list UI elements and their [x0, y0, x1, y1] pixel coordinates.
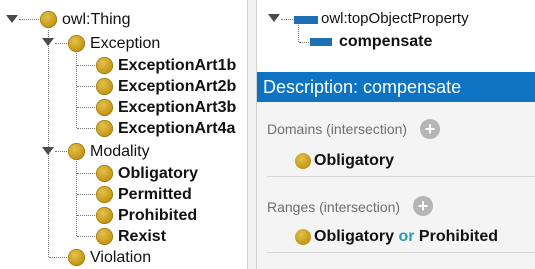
tree-connector	[77, 215, 95, 216]
property-node-top-object-property[interactable]: owl:topObjectProperty	[321, 10, 469, 27]
class-circle-icon	[96, 186, 113, 203]
object-property-icon	[294, 16, 318, 24]
tree-connector	[281, 19, 293, 20]
class-circle-icon	[96, 57, 113, 74]
object-property-icon	[310, 38, 332, 46]
class-node-exceptionart1b[interactable]: ExceptionArt1b	[118, 55, 236, 76]
property-node-compensate[interactable]: compensate	[339, 33, 432, 51]
property-description-panel: owl:topObjectProperty compensate Descrip…	[257, 0, 535, 269]
description-body: Domains (intersection) + Obligatory Rang…	[257, 102, 535, 269]
tree-connector	[77, 194, 95, 195]
expand-toggle-icon[interactable]	[6, 15, 18, 23]
tree-connector	[55, 43, 67, 44]
class-circle-icon	[96, 99, 113, 116]
class-node-exception[interactable]: Exception	[90, 33, 160, 54]
range-entry-prohibited: Prohibited	[418, 228, 499, 245]
expand-toggle-icon[interactable]	[268, 14, 280, 22]
range-entry-expression[interactable]: Obligatory or Prohibited	[314, 228, 498, 246]
pane-splitter[interactable]	[247, 0, 257, 269]
class-node-exceptionart2b[interactable]: ExceptionArt2b	[118, 76, 236, 97]
class-circle-icon	[68, 35, 85, 52]
class-node-owl-thing[interactable]: owl:Thing	[62, 9, 130, 30]
section-divider	[267, 176, 535, 177]
class-hierarchy-tree: owl:Thing Exception ExceptionArt1b Excep…	[0, 0, 247, 269]
class-node-obligatory[interactable]: Obligatory	[118, 163, 198, 184]
tree-connector	[55, 151, 67, 152]
class-node-rexist[interactable]: Rexist	[118, 226, 166, 247]
range-or-connector: or	[398, 228, 415, 245]
domain-entry-obligatory[interactable]: Obligatory	[314, 152, 394, 170]
tree-connector	[77, 236, 95, 237]
class-node-permitted[interactable]: Permitted	[118, 184, 192, 205]
class-node-exceptionart3b[interactable]: ExceptionArt3b	[118, 97, 236, 118]
ranges-section-title: Ranges (intersection)	[267, 199, 401, 215]
tree-connector	[299, 42, 309, 43]
tree-connector	[77, 128, 95, 129]
class-circle-icon	[40, 11, 57, 28]
add-range-button[interactable]: +	[413, 196, 433, 216]
class-circle-icon	[96, 207, 113, 224]
class-node-exceptionart4a[interactable]: ExceptionArt4a	[118, 118, 235, 139]
class-circle-icon	[96, 165, 113, 182]
class-circle-icon	[68, 249, 85, 266]
class-circle-icon	[295, 153, 311, 169]
tree-connector	[77, 107, 95, 108]
tree-connector	[77, 86, 95, 87]
expand-toggle-icon[interactable]	[42, 38, 54, 46]
range-entry-obligatory: Obligatory	[314, 228, 395, 245]
tree-connector	[19, 19, 39, 20]
class-circle-icon	[295, 229, 311, 245]
class-circle-icon	[96, 228, 113, 245]
add-domain-button[interactable]: +	[420, 119, 440, 139]
class-node-violation[interactable]: Violation	[90, 247, 151, 268]
class-circle-icon	[96, 78, 113, 95]
class-circle-icon	[96, 120, 113, 137]
class-node-modality[interactable]: Modality	[90, 141, 150, 162]
description-header: Description: compensate	[257, 72, 535, 102]
domains-section-title: Domains (intersection)	[267, 121, 408, 137]
tree-connector	[77, 65, 95, 66]
section-divider	[267, 252, 535, 253]
tree-connector	[48, 30, 49, 257]
tree-connector	[77, 173, 95, 174]
class-circle-icon	[68, 143, 85, 160]
description-title: Description: compensate	[263, 77, 462, 97]
class-node-prohibited[interactable]: Prohibited	[118, 205, 197, 226]
expand-toggle-icon[interactable]	[42, 147, 54, 155]
tree-connector	[49, 257, 67, 258]
tree-connector	[298, 25, 299, 42]
